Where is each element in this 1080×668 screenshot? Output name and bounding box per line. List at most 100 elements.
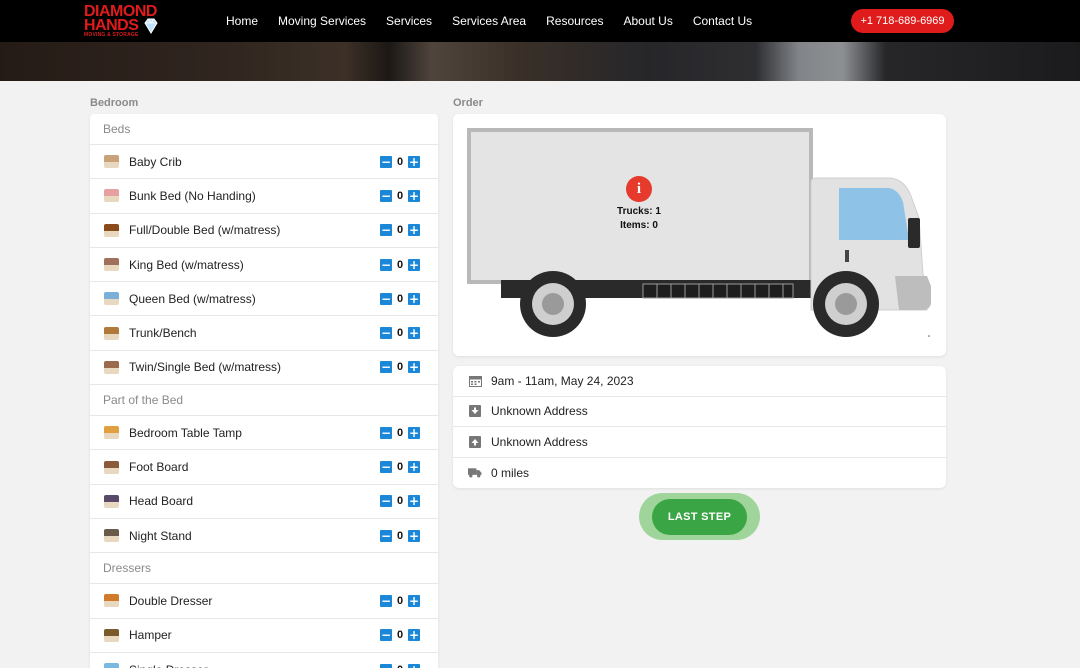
nav-about-us[interactable]: About Us — [623, 14, 672, 28]
pickup-address-text: Unknown Address — [491, 404, 588, 419]
increment-button[interactable]: + — [408, 361, 420, 374]
increment-button[interactable]: + — [408, 663, 420, 668]
item-name: Double Dresser — [129, 593, 213, 608]
decrement-button[interactable]: − — [380, 594, 392, 607]
quantity-value: 0 — [396, 629, 404, 642]
quantity-value: 0 — [396, 426, 404, 439]
nav-contact-us[interactable]: Contact Us — [693, 14, 752, 28]
quantity-value: 0 — [396, 594, 404, 607]
moving-truck-illustration — [467, 128, 931, 337]
decrement-button[interactable]: − — [380, 495, 392, 508]
quantity-stepper: −0+ — [380, 189, 420, 202]
decrement-button[interactable]: − — [380, 426, 392, 439]
quantity-stepper: −0+ — [380, 663, 420, 668]
increment-button[interactable]: + — [408, 258, 420, 271]
decrement-button[interactable]: − — [380, 529, 392, 542]
decrement-button[interactable]: − — [380, 461, 392, 474]
list-item: Night Stand −0 + — [90, 519, 438, 554]
inventory-item-list: Beds Baby Crib −0 + Bunk Bed (No Handing) −0 +… — [90, 114, 438, 668]
nav-moving-services[interactable]: Moving Services — [278, 14, 366, 28]
list-item: Twin/Single Bed (w/matress) −0 + — [90, 351, 438, 386]
list-item: King Bed (w/matress) −0 + — [90, 248, 438, 283]
info-icon: i — [626, 176, 652, 202]
decrement-button[interactable]: − — [380, 189, 392, 202]
list-item: Full/Double Bed (w/matress) −0 + — [90, 214, 438, 248]
quantity-stepper: −0 + — [380, 594, 420, 607]
decrement-button[interactable]: − — [380, 224, 392, 237]
head-board-icon — [104, 494, 119, 508]
date-time-row: 9am - 11am, May 24, 2023 — [453, 366, 946, 397]
quantity-stepper: −0 + — [380, 292, 420, 305]
nav-home[interactable]: Home — [226, 14, 258, 28]
quantity-stepper: −0 + — [380, 224, 420, 237]
order-section-title: Order — [453, 97, 483, 109]
increment-button[interactable]: + — [408, 629, 420, 642]
item-name: Hamper — [129, 628, 172, 643]
quantity-stepper: −0 + — [380, 361, 420, 374]
item-name: Trunk/Bench — [129, 326, 197, 341]
dropoff-address-row[interactable]: Unknown Address — [453, 427, 946, 458]
category-header: Beds — [90, 114, 438, 145]
crib-icon — [104, 155, 119, 169]
bunk-bed-icon — [104, 189, 119, 203]
decrement-button[interactable]: − — [380, 292, 392, 305]
nav-services-area[interactable]: Services Area — [452, 14, 526, 28]
table-lamp-icon — [104, 426, 119, 440]
list-item: Double Dresser −0 + — [90, 584, 438, 619]
quantity-stepper: −0 + — [380, 426, 420, 439]
quantity-value: 0 — [396, 461, 404, 474]
distance-row: 0 miles — [453, 458, 946, 489]
increment-button[interactable]: + — [408, 529, 420, 542]
decrement-button[interactable]: − — [380, 327, 392, 340]
increment-button[interactable]: + — [408, 155, 420, 168]
item-name: Baby Crib — [129, 154, 182, 169]
quantity-value: 0 — [396, 155, 404, 168]
quantity-value: 0 — [396, 292, 404, 305]
pickup-address-row[interactable]: Unknown Address — [453, 397, 946, 427]
increment-button[interactable]: + — [408, 594, 420, 607]
list-item: Head Board −0 + — [90, 485, 438, 519]
dropoff-address-icon — [468, 435, 482, 448]
calendar-icon — [468, 375, 482, 387]
quantity-value: 0 — [396, 224, 404, 237]
quantity-stepper: −0+ — [380, 495, 420, 508]
hamper-icon — [104, 628, 119, 642]
decrement-button[interactable]: − — [380, 155, 392, 168]
order-summary-overlay: i Trucks: 1 Items: 0 — [611, 176, 667, 233]
increment-button[interactable]: + — [408, 495, 420, 508]
distance-text: 0 miles — [491, 465, 530, 480]
decrement-button[interactable]: − — [380, 258, 392, 271]
last-step-button[interactable]: LAST STEP — [652, 498, 747, 535]
pickup-address-icon — [468, 405, 482, 418]
order-details-card: 9am - 11am, May 24, 2023 Unknown Address… — [453, 366, 946, 488]
decrement-button[interactable]: − — [380, 361, 392, 374]
quantity-stepper: −0+ — [380, 529, 420, 542]
date-time-text: 9am - 11am, May 24, 2023 — [491, 373, 634, 388]
last-step-button-halo: LAST STEP — [639, 493, 760, 540]
foot-board-icon — [104, 460, 119, 474]
category-header: Part of the Bed — [90, 385, 438, 417]
increment-button[interactable]: + — [408, 461, 420, 474]
nav-resources[interactable]: Resources — [546, 14, 603, 28]
decrement-button[interactable]: − — [380, 663, 392, 668]
night-stand-icon — [104, 529, 119, 543]
dropoff-address-text: Unknown Address — [491, 434, 588, 449]
king-bed-icon — [104, 258, 119, 272]
nav-services[interactable]: Services — [386, 14, 432, 28]
list-item: Single Dresser −0+ — [90, 653, 438, 668]
order-truck-card — [453, 114, 946, 356]
increment-button[interactable]: + — [408, 189, 420, 202]
single-dresser-icon — [104, 663, 119, 668]
quantity-value: 0 — [396, 361, 404, 374]
trucks-count: Trucks: 1 — [617, 206, 661, 217]
quantity-value: 0 — [396, 327, 404, 340]
increment-button[interactable]: + — [408, 224, 420, 237]
increment-button[interactable]: + — [408, 327, 420, 340]
phone-button[interactable]: +1 718-689-6969 — [851, 9, 954, 33]
decrement-button[interactable]: − — [380, 629, 392, 642]
item-name: Bunk Bed (No Handing) — [129, 188, 256, 203]
main-nav: Home Moving Services Services Services A… — [216, 0, 762, 42]
increment-button[interactable]: + — [408, 426, 420, 439]
increment-button[interactable]: + — [408, 292, 420, 305]
diamond-hands-logo[interactable]: DIAMOND HANDS MOVING & STORAGE — [84, 4, 164, 38]
